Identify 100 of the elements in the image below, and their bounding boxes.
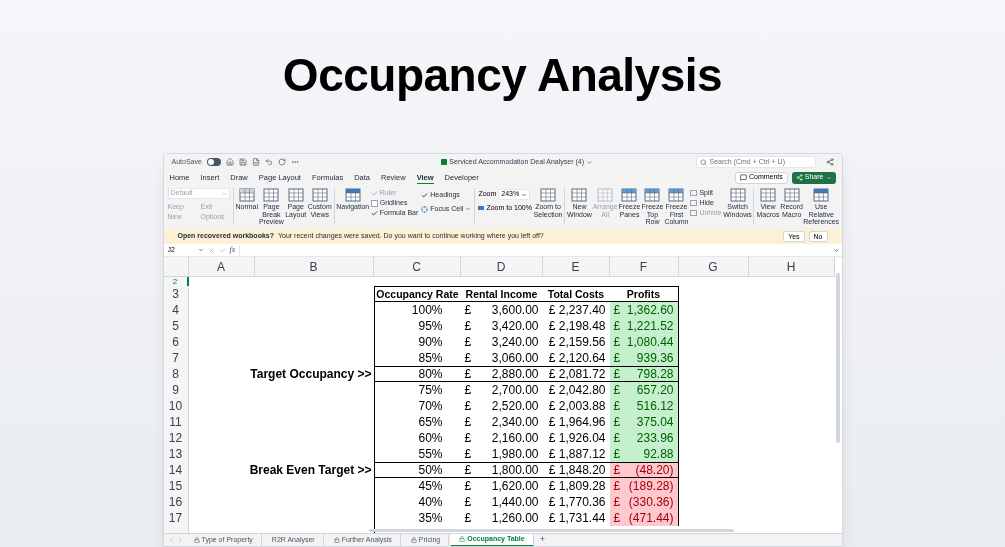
profit-cell: £ 1,362.60 [609,302,679,318]
profit-cell: £ 1,080.44 [609,334,679,350]
grid-icon [311,188,328,202]
chevron-icon [465,206,472,213]
zoom-bar-icon [478,206,485,211]
grid-icon [263,188,280,202]
zoom-grid-icon [540,188,556,202]
lock-icon [333,537,340,543]
costs-cell: £ 2,081.72 [542,366,610,382]
autosave-toggle[interactable] [206,158,221,166]
column-title: Occupancy Rate [373,286,461,302]
next-sheet-icon[interactable] [176,536,184,544]
costs-cell-text: £ 2,003.88 [547,398,607,414]
column-header[interactable]: A [188,257,255,276]
chevron-icon [197,247,204,253]
column-header[interactable]: C [373,257,461,276]
costs-cell-text: £ 1,770.36 [547,494,607,510]
expand-icon[interactable] [832,246,840,254]
home-icon[interactable] [225,158,234,166]
cancel-icon[interactable] [207,246,215,254]
column-title: Rental Income [460,286,543,302]
currency-symbol: £ [464,414,472,431]
income-cell-text: 2,880.00 [491,366,539,383]
document-icon[interactable] [251,158,260,166]
rate-cell: 75% [373,382,461,398]
income-cell-text: 3,420.00 [491,318,539,335]
check-icon [370,189,378,197]
row-header[interactable]: 15 [163,478,189,494]
profit-cell: £ 798.28 [609,366,679,382]
column-header[interactable]: B [254,257,374,276]
save-icon[interactable] [238,158,247,166]
chevron-icon[interactable] [586,158,593,166]
profit-cell: £ 657.20 [609,382,679,398]
redo-icon[interactable] [277,158,286,166]
income-cell-text: 3,060.00 [491,350,539,367]
row-header[interactable] [163,526,189,533]
row-header[interactable]: 10 [163,398,189,414]
row-header[interactable]: 11 [163,414,189,430]
profit-cell: £ 233.96 [609,430,679,446]
panel-icon [344,188,361,202]
currency-symbol: £ [464,318,472,335]
enter-icon[interactable] [218,246,226,254]
row-header[interactable]: 2 [163,277,189,286]
more-icon[interactable] [290,158,299,166]
row-header[interactable]: 4 [163,302,189,318]
crosshair-icon [421,205,429,213]
costs-cell-text: £ 2,198.48 [547,318,607,334]
windows-icon [729,188,746,202]
row-header[interactable]: 6 [163,334,189,350]
check-icon [421,191,429,199]
chevron-icon [220,190,227,197]
row-header[interactable]: 14 [163,462,189,478]
row-label: Target Occupancy >> [250,366,372,383]
column-header[interactable]: E [542,257,610,276]
currency-symbol: £ [464,302,472,319]
function-button[interactable]: fx [229,244,236,256]
row-header[interactable]: 17 [163,510,189,526]
undo-icon[interactable] [264,158,273,166]
currency-symbol: £ [464,430,472,447]
previous-sheet-icon[interactable] [167,536,175,544]
row-header[interactable]: 3 [163,286,189,302]
column-header[interactable]: H [748,257,835,276]
costs-cell-text: £ 1,887.12 [547,446,607,462]
grid-icon [644,188,661,202]
currency-symbol: £ [464,510,472,527]
column-header[interactable]: D [460,257,543,276]
profit-cell: £ 92.88 [609,446,679,462]
income-cell-text: 1,980.00 [491,446,539,463]
row-header[interactable]: 7 [163,350,189,366]
row-label: Break Even Target >> [249,462,372,479]
profit-cell: £ (330.36) [609,494,679,510]
row-header[interactable]: 12 [163,430,189,446]
profit-cell: £ (189.28) [609,478,679,494]
row-header[interactable]: 9 [163,382,189,398]
currency-symbol: £ [464,334,472,351]
rate-cell: 70% [373,398,461,414]
income-cell-text: 1,800.00 [491,462,539,479]
income-cell-text: 1,620.00 [491,478,539,495]
row-header[interactable]: 8 [163,366,189,382]
currency-symbol: £ [464,382,472,399]
horizontal-scrollbar[interactable] [368,529,734,532]
row-header[interactable]: 5 [163,318,189,334]
profit-cell: £ (471.44) [609,510,679,526]
people-icon[interactable] [825,158,834,166]
chevron-icon [521,191,528,198]
grid-icon [571,188,588,202]
income-cell-text: 1,440.00 [491,494,539,511]
comment-icon [739,174,747,181]
profit-cell: £ (48.20) [609,462,679,478]
page-title: Occupancy Analysis [282,48,723,103]
income-cell-text: 3,240.00 [491,334,539,351]
lock-icon [410,537,417,543]
row-header[interactable]: 13 [163,446,189,462]
column-header[interactable]: G [678,257,749,276]
income-cell-text: 2,340.00 [491,414,539,431]
currency-symbol: £ [464,366,472,383]
column-header[interactable]: F [609,257,679,276]
currency-symbol: £ [464,446,472,463]
add-sheet-button[interactable]: + [535,533,549,546]
row-header[interactable]: 16 [163,494,189,510]
